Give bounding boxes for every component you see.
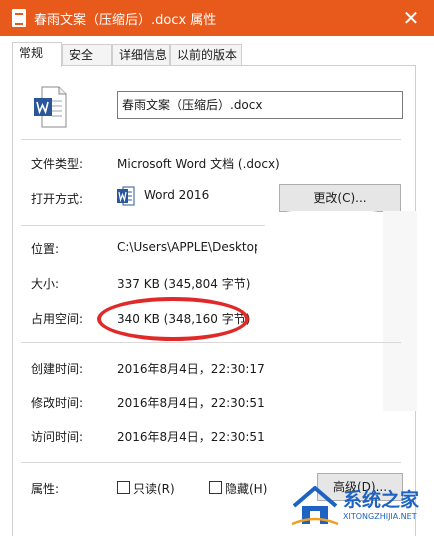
created-label: 创建时间:	[31, 362, 84, 376]
modified-label: 修改时间:	[31, 396, 84, 410]
accessed-label: 访问时间:	[31, 430, 84, 444]
size-value: 337 KB (345,804 字节)	[117, 277, 251, 291]
divider	[21, 342, 401, 343]
hidden-checkbox[interactable]: 隐藏(H)	[209, 480, 273, 496]
file-type-value: Microsoft Word 文档 (.docx)	[117, 157, 280, 171]
divider	[21, 462, 401, 463]
word-document-icon	[34, 86, 67, 128]
house-logo-icon	[291, 486, 339, 526]
title-bar: 春雨文案（压缩后）.docx 属性 ✕	[0, 0, 434, 36]
readonly-checkbox[interactable]: 只读(R)	[117, 480, 181, 496]
file-type-label: 文件类型:	[31, 157, 84, 171]
window-title: 春雨文案（压缩后）.docx 属性	[34, 13, 217, 28]
attributes-label: 属性:	[31, 482, 60, 496]
accessed-value: 2016年8月4日，22:30:51	[117, 430, 265, 444]
checkbox-box[interactable]	[117, 481, 130, 494]
modified-value: 2016年8月4日，22:30:51	[117, 396, 265, 410]
tab-security[interactable]: 安全	[62, 44, 112, 66]
location-value: C:\Users\APPLE\Desktop	[117, 240, 262, 254]
created-value: 2016年8月4日，22:30:17	[117, 362, 265, 376]
word-app-icon	[117, 186, 135, 206]
checkbox-box[interactable]	[209, 481, 222, 494]
divider	[21, 139, 401, 140]
tab-details[interactable]: 详细信息	[112, 44, 170, 66]
hidden-label: 隐藏(H)	[225, 482, 268, 496]
location-label: 位置:	[31, 242, 60, 256]
open-with-label: 打开方式:	[31, 192, 84, 206]
size-label: 大小:	[31, 277, 60, 291]
open-with-app: Word 2016	[144, 188, 210, 202]
tab-general[interactable]: 常规	[12, 42, 62, 67]
blurred-region	[383, 211, 417, 411]
readonly-label: 只读(R)	[133, 482, 175, 496]
file-name-field[interactable]: 春雨文案（压缩后）.docx	[117, 91, 403, 119]
change-button[interactable]: 更改(C)...	[279, 184, 401, 212]
watermark-text: 系统之家	[343, 489, 420, 511]
document-icon	[12, 9, 26, 27]
highlight-circle	[97, 297, 249, 341]
watermark: 系统之家 XITONGZHIJIA.NET	[290, 482, 430, 532]
general-panel: 春雨文案（压缩后）.docx 文件类型: Microsoft Word 文档 (…	[12, 65, 417, 536]
close-icon[interactable]: ✕	[396, 4, 426, 32]
tab-previous-versions[interactable]: 以前的版本	[170, 44, 242, 66]
watermark-url: XITONGZHIJIA.NET	[343, 512, 417, 521]
disk-size-label: 占用空间:	[31, 312, 84, 326]
